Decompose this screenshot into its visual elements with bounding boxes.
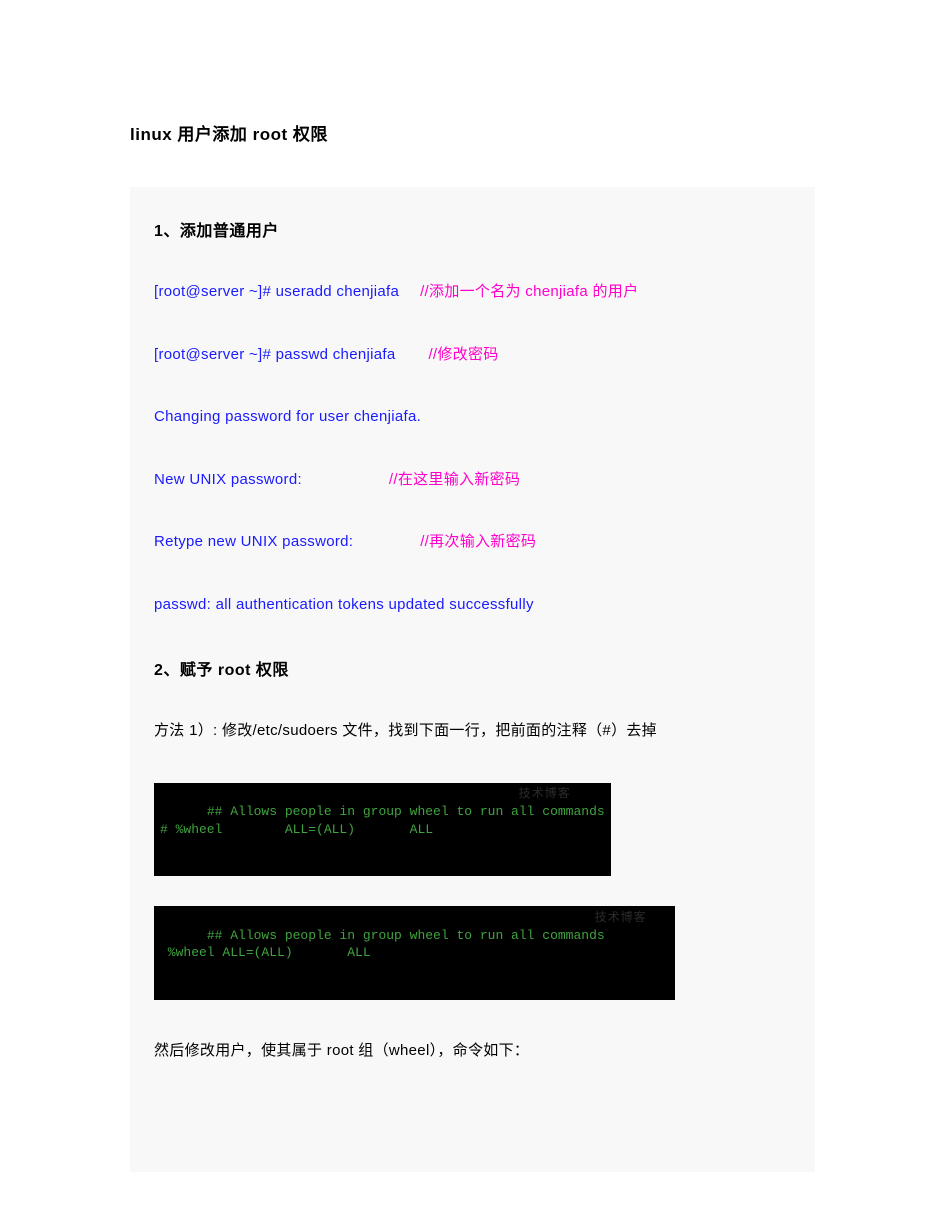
- cmd-comment: //修改密码: [428, 346, 498, 363]
- cmd-text: [root@server ~]# useradd chenjiafa: [154, 283, 399, 300]
- cmd-text: Retype new UNIX password:: [154, 533, 353, 550]
- output-changing-password: Changing password for user chenjiafa.: [154, 406, 791, 429]
- cmd-line-useradd: [root@server ~]# useradd chenjiafa //添加一…: [154, 281, 791, 304]
- cmd-text: New UNIX password:: [154, 471, 302, 488]
- watermark-text: 技术博客: [595, 909, 647, 925]
- document-page: linux 用户添加 root 权限 1、添加普通用户 [root@server…: [0, 0, 945, 1212]
- cmd-comment: //再次输入新密码: [420, 533, 536, 550]
- section2-heading: 2、赋予 root 权限: [154, 656, 791, 680]
- content-block: 1、添加普通用户 [root@server ~]# useradd chenji…: [130, 187, 815, 1172]
- terminal-text: ## Allows people in group wheel to run a…: [160, 804, 605, 837]
- method1-text: 方法 1）: 修改/etc/sudoers 文件，找到下面一行，把前面的注释（#…: [154, 720, 791, 743]
- terminal-screenshot-2: ## Allows people in group wheel to run a…: [154, 906, 675, 1000]
- section1-heading: 1、添加普通用户: [154, 217, 791, 241]
- cmd-text: [root@server ~]# passwd chenjiafa: [154, 346, 396, 363]
- prompt-retype-password: Retype new UNIX password: //再次输入新密码: [154, 531, 791, 554]
- cmd-line-passwd: [root@server ~]# passwd chenjiafa //修改密码: [154, 344, 791, 367]
- watermark-text: 技术博客: [519, 785, 571, 801]
- page-title: linux 用户添加 root 权限: [130, 120, 815, 145]
- output-text: Changing password for user chenjiafa.: [154, 408, 421, 425]
- cmd-comment: //在这里输入新密码: [389, 471, 520, 488]
- terminal-text: ## Allows people in group wheel to run a…: [160, 928, 605, 961]
- terminal-screenshot-1: ## Allows people in group wheel to run a…: [154, 783, 611, 877]
- method1-followup: 然后修改用户，使其属于 root 组（wheel），命令如下：: [154, 1040, 791, 1063]
- cmd-comment: //添加一个名为 chenjiafa 的用户: [420, 283, 638, 300]
- output-text: passwd: all authentication tokens update…: [154, 596, 534, 613]
- output-success: passwd: all authentication tokens update…: [154, 594, 791, 617]
- prompt-new-password: New UNIX password: //在这里输入新密码: [154, 469, 791, 492]
